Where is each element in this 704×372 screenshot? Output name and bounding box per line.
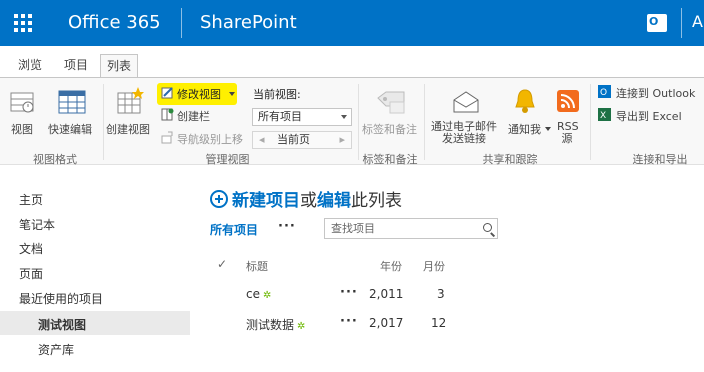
rss-label-line2: 源 bbox=[561, 132, 573, 145]
nav-item-documents[interactable]: 文档 bbox=[19, 240, 43, 257]
modify-view-button[interactable]: 修改视图 bbox=[177, 86, 221, 102]
next-page-icon[interactable]: ▸ bbox=[339, 132, 345, 148]
navigate-up-button[interactable]: 导航级别上移 bbox=[177, 131, 243, 147]
group-label-view-format: 视图格式 bbox=[33, 153, 77, 166]
current-view-value: 所有项目 bbox=[258, 110, 302, 123]
ribbon-divider bbox=[590, 84, 591, 160]
nav-item-home[interactable]: 主页 bbox=[19, 191, 43, 208]
nav-item-test-view[interactable]: 测试视图 bbox=[38, 316, 86, 333]
tags-notes-button[interactable]: 标签和备注 bbox=[362, 121, 417, 137]
nav-item-pages[interactable]: 页面 bbox=[19, 265, 43, 282]
search-placeholder: 查找项目 bbox=[331, 222, 375, 235]
row-ellipsis[interactable]: ··· bbox=[340, 314, 358, 329]
column-header-year[interactable]: 年份 bbox=[380, 258, 402, 274]
search-icon[interactable] bbox=[483, 223, 492, 232]
excel-icon: X bbox=[598, 108, 611, 124]
alert-me-label: 通知我 bbox=[508, 123, 541, 136]
rss-button[interactable]: RSS 源 bbox=[557, 121, 579, 145]
create-column-button[interactable]: 创建栏 bbox=[177, 108, 210, 124]
nav-item-notebook[interactable]: 笔记本 bbox=[19, 216, 55, 233]
app-launcher-button[interactable] bbox=[0, 0, 46, 46]
waffle-icon bbox=[14, 14, 32, 32]
column-header-month[interactable]: 月份 bbox=[423, 258, 445, 274]
navigate-up-icon bbox=[161, 131, 174, 147]
svg-text:X: X bbox=[600, 111, 606, 121]
view-selector-all-items[interactable]: 所有项目 bbox=[210, 221, 258, 238]
chevron-down-icon bbox=[544, 127, 551, 131]
row-month: 3 bbox=[437, 287, 445, 301]
outlook-icon bbox=[647, 14, 667, 32]
modify-view-icon bbox=[161, 86, 174, 102]
column-header-title[interactable]: 标题 bbox=[246, 258, 268, 274]
row-month: 12 bbox=[431, 316, 447, 330]
view-more-ellipsis[interactable]: ··· bbox=[278, 219, 296, 234]
alert-me-button[interactable]: 通知我 bbox=[508, 121, 551, 137]
rss-icon bbox=[557, 90, 579, 116]
bell-icon bbox=[514, 88, 536, 118]
user-menu[interactable]: A bbox=[692, 12, 703, 31]
search-input[interactable]: 查找项目 bbox=[324, 218, 498, 239]
email-link-label-line2: 发送链接 bbox=[442, 132, 486, 145]
row-ellipsis[interactable]: ··· bbox=[340, 285, 358, 300]
outlook-small-icon: O bbox=[598, 85, 611, 101]
quick-edit-button[interactable]: 快速编辑 bbox=[48, 121, 92, 137]
edit-list-link[interactable]: 编辑 bbox=[317, 191, 351, 211]
chevron-down-icon bbox=[341, 115, 347, 119]
group-label-tags-notes: 标签和备注 bbox=[362, 153, 418, 166]
row-title-cell[interactable]: 测试数据 ✲ bbox=[246, 316, 305, 333]
this-list-text: 此列表 bbox=[351, 191, 402, 211]
row-year: 2,011 bbox=[369, 287, 404, 301]
email-icon bbox=[452, 90, 480, 118]
row-year: 2,017 bbox=[369, 316, 404, 330]
suite-bar: Office 365 SharePoint A bbox=[0, 0, 704, 46]
ribbon-tabs: 浏览 项目 列表 bbox=[0, 46, 704, 78]
row-title-cell[interactable]: ce ✲ bbox=[246, 287, 271, 301]
suite-divider bbox=[181, 8, 182, 38]
view-icon bbox=[10, 90, 36, 118]
current-view-label: 当前视图: bbox=[253, 88, 301, 101]
select-all-checkmark-icon[interactable]: ✓ bbox=[217, 257, 227, 271]
new-item-link[interactable]: 新建项目 bbox=[232, 191, 300, 211]
modify-view-dropdown-arrow[interactable] bbox=[229, 92, 235, 96]
current-page-label: 当前页 bbox=[277, 133, 310, 146]
new-item-icon: ✲ bbox=[297, 321, 306, 332]
sharepoint-title[interactable]: SharePoint bbox=[200, 12, 297, 33]
row-title[interactable]: ce bbox=[246, 287, 260, 301]
office365-brand[interactable]: Office 365 bbox=[68, 12, 161, 33]
group-label-share-track: 共享和跟踪 bbox=[482, 153, 538, 166]
or-text: 或 bbox=[300, 191, 317, 211]
new-item-heading: 新建项目或编辑此列表 bbox=[210, 186, 402, 211]
nav-item-asset-library[interactable]: 资产库 bbox=[38, 341, 74, 358]
ribbon-divider bbox=[424, 84, 425, 160]
quick-edit-icon bbox=[58, 89, 86, 119]
group-label-connect-export: 连接和导出 bbox=[632, 153, 688, 166]
tab-list[interactable]: 列表 bbox=[100, 54, 139, 78]
suite-divider bbox=[681, 8, 682, 38]
ribbon-divider bbox=[358, 84, 359, 160]
export-excel-button[interactable]: 导出到 Excel bbox=[616, 108, 682, 124]
svg-text:O: O bbox=[600, 88, 607, 98]
tab-items[interactable]: 项目 bbox=[58, 54, 94, 78]
view-button[interactable]: 视图 bbox=[11, 121, 33, 137]
add-icon[interactable] bbox=[210, 190, 228, 208]
create-view-button[interactable]: 创建视图 bbox=[106, 121, 150, 137]
ribbon-divider bbox=[103, 84, 104, 160]
new-item-icon: ✲ bbox=[262, 290, 272, 301]
prev-page-icon[interactable]: ◂ bbox=[259, 132, 265, 148]
tab-browse[interactable]: 浏览 bbox=[12, 54, 48, 78]
tag-icon bbox=[376, 90, 406, 120]
current-page-pager: ◂ 当前页 ▸ bbox=[252, 131, 352, 149]
row-title[interactable]: 测试数据 bbox=[246, 318, 294, 332]
outlook-button[interactable] bbox=[634, 0, 680, 46]
connect-outlook-button[interactable]: 连接到 Outlook bbox=[616, 85, 695, 101]
create-view-icon bbox=[116, 87, 144, 119]
current-view-select[interactable]: 所有项目 bbox=[252, 108, 352, 126]
group-label-manage-views: 管理视图 bbox=[205, 153, 250, 166]
email-link-button[interactable]: 通过电子邮件 发送链接 bbox=[431, 121, 497, 145]
nav-selected-bg bbox=[0, 311, 190, 335]
ribbon: 视图 快速编辑 视图格式 创建视图 修改视图 创建栏 导航级别上移 当前视图: … bbox=[0, 77, 704, 166]
nav-item-recent[interactable]: 最近使用的项目 bbox=[19, 290, 103, 307]
create-column-icon bbox=[161, 108, 174, 124]
